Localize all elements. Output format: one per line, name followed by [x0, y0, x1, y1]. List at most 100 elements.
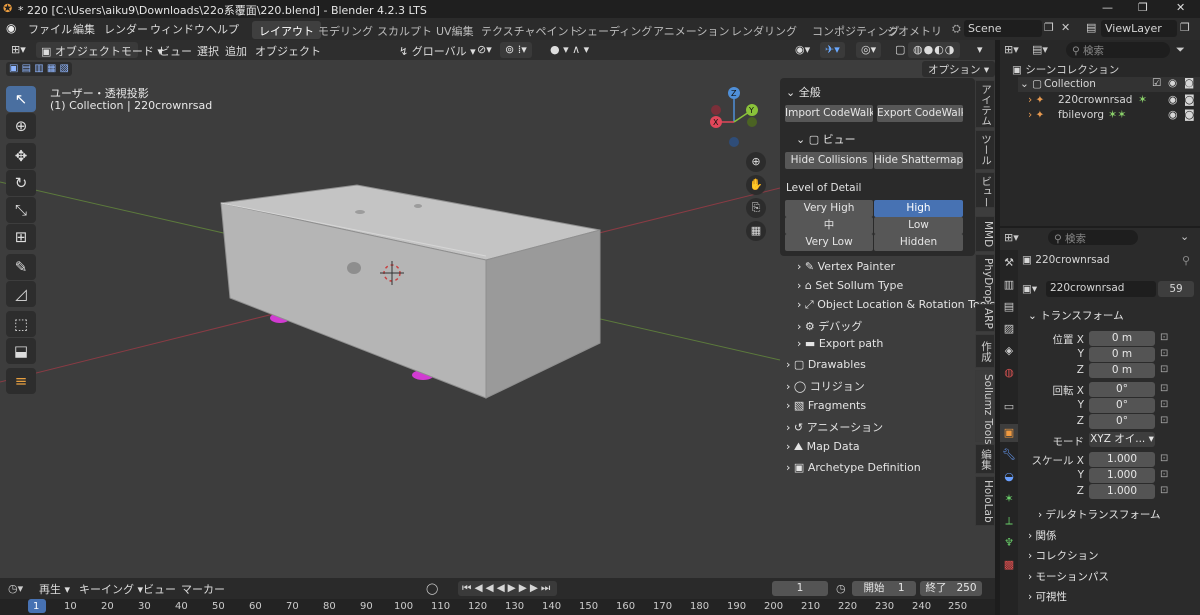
menu-edit[interactable]: 編集 [73, 21, 95, 37]
playback-menu[interactable]: 再生 ▾ [34, 580, 75, 596]
general-section-header[interactable]: ⌄ 全般 [786, 84, 821, 100]
collection-tab-icon[interactable]: ▭ [1000, 398, 1018, 416]
minimize-icon[interactable]: — [1102, 1, 1113, 14]
animation-section[interactable]: › ↺ アニメーション [786, 419, 883, 435]
object-location-section[interactable]: › ⤢ Object Location & Rotation Tools [797, 298, 995, 312]
physics-tab-icon[interactable]: ✶ [1000, 490, 1018, 508]
menu-render[interactable]: レンダー [104, 21, 148, 37]
add-object-tool-icon[interactable]: ⬓ [6, 338, 36, 364]
eye-icon[interactable]: ◉ [1168, 108, 1178, 121]
properties-search-input[interactable]: ⚲ 検索 [1048, 230, 1138, 245]
object-row[interactable]: › ✦ fbilevorg ✶✶ ◉ ◙ [1028, 108, 1200, 123]
set-sollum-type-section[interactable]: › ⌂ Set Sollum Type [797, 279, 903, 292]
maximize-icon[interactable]: ❐ [1138, 1, 1148, 14]
delta-transform-header[interactable]: › デルタトランスフォーム [1038, 507, 1161, 522]
debug-section[interactable]: › ⚙ デバッグ [797, 318, 862, 334]
transform-panel-header[interactable]: ⌄ トランスフォーム [1028, 308, 1124, 323]
export-path-section[interactable]: › ▬ Export path [797, 337, 883, 350]
object-name-field[interactable]: 220crownrsad [1046, 281, 1156, 297]
tab-geometry[interactable]: ジオメトリ [880, 21, 949, 39]
location-y-field[interactable]: 0 m [1089, 347, 1155, 362]
rotation-mode-select[interactable]: XYZ オイ... ▾ [1089, 432, 1155, 447]
camera-render-icon[interactable]: ◙ [1184, 77, 1194, 89]
tab-rendering[interactable]: レンダリング [724, 21, 804, 39]
new-scene-icon[interactable]: ❐ [1044, 21, 1054, 34]
collections-panel-header[interactable]: › コレクション [1028, 548, 1099, 563]
visibility-panel-header[interactable]: › 可視性 [1028, 589, 1067, 604]
eye-icon[interactable]: ◉ [1168, 77, 1177, 89]
mode-selector[interactable]: ▣ オブジェクトモード ▾ [36, 42, 163, 58]
location-x-field[interactable]: 0 m [1089, 331, 1155, 346]
hide-shattermaps-button[interactable]: Hide Shattermaps [874, 152, 963, 169]
options-button[interactable]: オプション ▾ [922, 61, 996, 77]
tab-uv[interactable]: UV編集 [429, 21, 481, 39]
viewlayer-selector[interactable]: ViewLayer [1101, 20, 1177, 37]
export-codewalker-button[interactable]: Export CodeWalk... [877, 105, 963, 122]
world-tab-icon[interactable]: ◍ [1000, 364, 1018, 382]
pin-icon[interactable]: ⚲ [1182, 254, 1190, 267]
camera-render-icon[interactable]: ◙ [1184, 108, 1195, 121]
filter-icon[interactable]: ⏷ [1176, 43, 1185, 57]
menu-window[interactable]: ウィンドウ [150, 21, 205, 37]
modifier-tab-icon[interactable]: 🔧︎ [1000, 446, 1018, 464]
visibility-icon[interactable]: ◉▾ [790, 42, 815, 58]
particles-tab-icon[interactable]: ◒ [1000, 468, 1018, 486]
menu-object[interactable]: オブジェクト [250, 42, 326, 58]
blender-menu-icon[interactable]: ◉ [6, 21, 16, 35]
lod-hidden-button[interactable]: Hidden [874, 234, 963, 251]
vertex-painter-section[interactable]: › ✎ Vertex Painter [797, 260, 895, 273]
scale-y-field[interactable]: 1.000 [1089, 468, 1155, 483]
relations-panel-header[interactable]: › 関係 [1028, 528, 1057, 543]
timeline-editor-icon[interactable]: ◷▾ [8, 582, 23, 595]
tab-phydrop[interactable]: PhyDrop [975, 254, 995, 302]
shading-dropdown-icon[interactable]: ▾ [972, 42, 988, 58]
end-frame-field[interactable]: 終了 250 [920, 581, 982, 596]
fragments-section[interactable]: › ▧ Fragments [786, 399, 866, 412]
lock-icon[interactable]: ⊡ [1160, 383, 1168, 394]
pan-hand-icon[interactable]: ✋ [746, 175, 766, 195]
move-tool-icon[interactable]: ✥ [6, 143, 36, 169]
lock-icon[interactable]: ⊡ [1160, 332, 1168, 343]
cursor-tool-icon[interactable]: ⊕ [6, 113, 36, 139]
gizmo-toggle-icon[interactable]: ✈▾ [820, 42, 845, 58]
menu-view[interactable]: ビュー [154, 42, 197, 58]
outliner-editor-icon[interactable]: ⊞▾ [1004, 43, 1019, 56]
drawables-section[interactable]: › ▢ Drawables [786, 358, 866, 371]
tab-tool[interactable]: ツール [975, 130, 995, 170]
start-frame-field[interactable]: 開始 1 [852, 581, 916, 596]
menu-help[interactable]: ヘルプ [206, 21, 239, 37]
lock-icon[interactable]: ⊡ [1160, 485, 1168, 496]
tab-animation[interactable]: アニメーション [646, 21, 737, 39]
lock-icon[interactable]: ⊡ [1160, 415, 1168, 426]
camera-icon[interactable]: ⎘ [746, 198, 766, 218]
eye-icon[interactable]: ◉ [1168, 93, 1178, 106]
tab-mmd[interactable]: MMD [975, 216, 995, 252]
menu-add[interactable]: 追加 [220, 42, 252, 58]
rotate-tool-icon[interactable]: ↻ [6, 170, 36, 196]
checkbox-icon[interactable]: ☑ [1152, 77, 1161, 89]
new-viewlayer-icon[interactable]: ❐ [1180, 21, 1190, 34]
lod-low-button[interactable]: Low [874, 217, 963, 234]
annotate-tool-icon[interactable]: ✎ [6, 254, 36, 280]
properties-editor-icon[interactable]: ⊞▾ [1004, 231, 1019, 244]
editor-type-icon[interactable]: ⊞▾ [6, 42, 31, 58]
rotation-x-field[interactable]: 0° [1089, 382, 1155, 397]
tab-item[interactable]: アイテム [975, 80, 995, 128]
scale-x-field[interactable]: 1.000 [1089, 452, 1155, 467]
data-tab-icon[interactable]: ♆ [1000, 534, 1018, 552]
object-tab-icon[interactable]: ▣ [1000, 424, 1018, 442]
collection-row[interactable]: ⌄ ▢ Collection ☑ ◉ ◙ [1018, 77, 1200, 92]
custom-tool-icon[interactable]: ≡ [6, 368, 36, 394]
scale-tool-icon[interactable]: ⤡ [6, 197, 36, 223]
outliner-search-input[interactable]: ⚲ 検索 [1066, 42, 1170, 58]
rotation-y-field[interactable]: 0° [1089, 398, 1155, 413]
output-tab-icon[interactable]: ▤ [1000, 298, 1018, 316]
snap-icon[interactable]: ⊚ ⁞▾ [500, 42, 532, 58]
rotation-z-field[interactable]: 0° [1089, 414, 1155, 429]
lod-medium-button[interactable]: 中 [785, 217, 873, 234]
hide-collisions-button[interactable]: Hide Collisions [785, 152, 873, 169]
measure-tool-icon[interactable]: ◿ [6, 281, 36, 307]
lock-icon[interactable]: ⊡ [1160, 469, 1168, 480]
display-mode-icon[interactable]: ▤▾ [1032, 43, 1048, 56]
add-cube-tool-icon[interactable]: ⬚ [6, 311, 36, 337]
